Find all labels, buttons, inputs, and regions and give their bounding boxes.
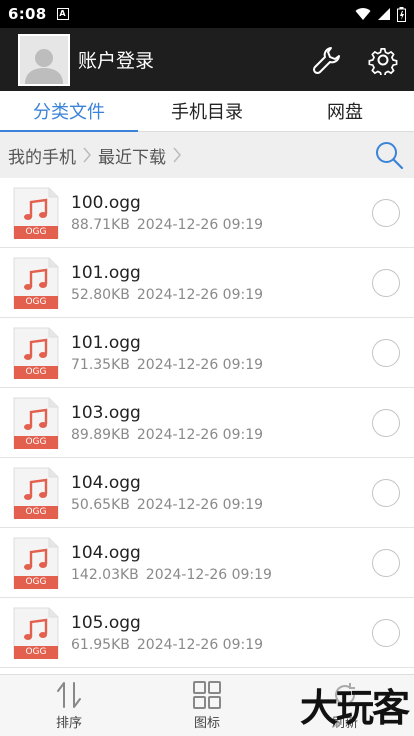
select-checkbox[interactable] — [372, 338, 400, 367]
file-date: 2024-12-26 09:19 — [136, 216, 264, 233]
file-date: 2024-12-26 09:19 — [136, 496, 264, 513]
tab-cloud-drive[interactable]: 网盘 — [276, 91, 414, 131]
search-icon — [376, 142, 404, 170]
file-size: 89.89KB — [71, 426, 130, 443]
file-name: 100.ogg — [71, 192, 141, 213]
sort-button[interactable]: 排序 — [0, 675, 138, 736]
breadcrumb-item-recent-downloads[interactable]: 最近下载 — [98, 143, 166, 168]
ogg-file-icon: OGG — [13, 256, 59, 309]
sort-icon — [57, 682, 81, 708]
list-item[interactable]: OGG 104.ogg 142.03KB 2024-12-26 09:19 — [0, 528, 414, 598]
ogg-file-icon: OGG — [13, 606, 59, 659]
file-type-label: OGG — [14, 505, 58, 519]
file-name: 105.ogg — [71, 612, 141, 633]
default-user-icon — [25, 48, 63, 84]
file-date: 2024-12-26 09:19 — [136, 636, 264, 653]
file-list: OGG 100.ogg 88.71KB 2024-12-26 09:19 OGG… — [0, 178, 414, 674]
file-name: 104.ogg — [71, 542, 141, 563]
file-type-label: OGG — [14, 435, 58, 449]
app-header: 账户登录 — [0, 28, 414, 91]
wifi-icon — [355, 8, 371, 20]
file-date: 2024-12-26 09:19 — [145, 566, 272, 583]
list-item[interactable]: OGG 101.ogg 52.80KB 2024-12-26 09:19 — [0, 248, 414, 318]
list-item[interactable]: OGG 101.ogg 71.35KB 2024-12-26 09:19 — [0, 318, 414, 388]
select-checkbox[interactable] — [372, 408, 400, 437]
file-size: 88.71KB — [71, 216, 130, 233]
select-checkbox[interactable] — [372, 618, 400, 647]
select-checkbox[interactable] — [372, 198, 400, 227]
sort-label: 排序 — [55, 716, 82, 731]
ogg-file-icon: OGG — [13, 466, 59, 519]
file-size: 50.65KB — [71, 496, 130, 513]
battery-icon — [397, 6, 406, 22]
breadcrumb: 我的手机 最近下载 — [0, 132, 414, 178]
file-type-label: OGG — [14, 225, 58, 239]
login-title[interactable]: 账户登录 — [78, 46, 154, 73]
list-item[interactable]: OGG 105.ogg 61.95KB 2024-12-26 09:19 — [0, 598, 414, 668]
wrench-icon[interactable] — [312, 45, 342, 75]
status-time: 6:08 — [8, 5, 47, 23]
file-date: 2024-12-26 09:19 — [136, 286, 264, 303]
chevron-right-icon — [172, 145, 182, 165]
file-size: 71.35KB — [71, 356, 130, 373]
avatar[interactable] — [18, 33, 70, 86]
tab-categorized-files[interactable]: 分类文件 — [0, 91, 138, 132]
file-type-label: OGG — [14, 645, 58, 659]
tab-phone-directory[interactable]: 手机目录 — [138, 91, 276, 131]
ogg-file-icon: OGG — [13, 326, 59, 379]
select-checkbox[interactable] — [372, 548, 400, 577]
signal-icon — [378, 8, 390, 20]
file-name: 101.ogg — [71, 262, 141, 283]
file-name: 104.ogg — [71, 472, 141, 493]
watermark-logo: 大玩客 — [299, 685, 410, 730]
list-item[interactable]: OGG 104.ogg 50.65KB 2024-12-26 09:19 — [0, 458, 414, 528]
sim-notification-icon: A — [56, 8, 69, 20]
gear-icon[interactable] — [368, 45, 398, 75]
select-checkbox[interactable] — [372, 478, 400, 507]
file-date: 2024-12-26 09:19 — [136, 426, 264, 443]
file-date: 2024-12-26 09:19 — [136, 356, 264, 373]
file-type-label: OGG — [14, 295, 58, 309]
icon-view-label: 图标 — [193, 716, 220, 731]
file-size: 61.95KB — [71, 636, 130, 653]
ogg-file-icon: OGG — [13, 536, 59, 589]
file-size: 142.03KB — [71, 566, 139, 583]
grid-icon — [193, 681, 221, 709]
list-item[interactable]: OGG 103.ogg 89.89KB 2024-12-26 09:19 — [0, 388, 414, 458]
breadcrumb-item-my-phone[interactable]: 我的手机 — [8, 143, 76, 168]
icon-view-button[interactable]: 图标 — [138, 675, 276, 736]
search-button[interactable] — [374, 140, 404, 170]
category-tabs: 分类文件 手机目录 网盘 — [0, 91, 414, 132]
ogg-file-icon: OGG — [13, 396, 59, 449]
ogg-file-icon: OGG — [13, 186, 59, 239]
chevron-right-icon — [82, 145, 92, 165]
file-type-label: OGG — [14, 365, 58, 379]
list-item[interactable]: OGG 100.ogg 88.71KB 2024-12-26 09:19 — [0, 178, 414, 248]
select-checkbox[interactable] — [372, 268, 400, 297]
file-name: 101.ogg — [71, 332, 141, 353]
status-bar: 6:08 A — [0, 0, 414, 28]
file-type-label: OGG — [14, 575, 58, 589]
file-size: 52.80KB — [71, 286, 130, 303]
file-name: 103.ogg — [71, 402, 141, 423]
